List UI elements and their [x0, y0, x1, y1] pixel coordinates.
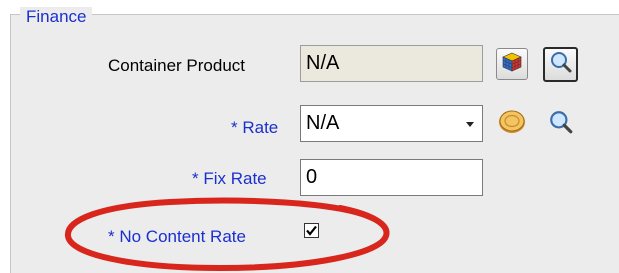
- panel-title: Finance: [20, 7, 93, 27]
- no-content-rate-label: * No Content Rate: [108, 227, 246, 246]
- magnifier-icon: [548, 109, 574, 140]
- container-product-label: Container Product: [108, 56, 246, 75]
- coin-button[interactable]: [496, 108, 528, 140]
- fix-rate-label: * Fix Rate: [192, 169, 267, 188]
- container-product-lookup-button[interactable]: [543, 47, 578, 82]
- fix-rate-input[interactable]: 0: [300, 159, 483, 196]
- rubiks-cube-icon: [501, 51, 523, 78]
- rate-dropdown[interactable]: N/A: [300, 105, 483, 142]
- rate-label: * Rate: [231, 118, 279, 137]
- container-product-field[interactable]: N/A: [300, 45, 483, 82]
- magnifier-icon: [549, 50, 573, 79]
- cube-picker-button[interactable]: [496, 48, 528, 80]
- no-content-rate-checkbox[interactable]: [304, 223, 319, 238]
- rate-lookup-button[interactable]: [545, 108, 577, 140]
- rate-value: N/A: [306, 112, 340, 134]
- checkmark-icon: [306, 225, 317, 236]
- chevron-down-icon[interactable]: [466, 122, 474, 127]
- coin-icon: [497, 107, 527, 142]
